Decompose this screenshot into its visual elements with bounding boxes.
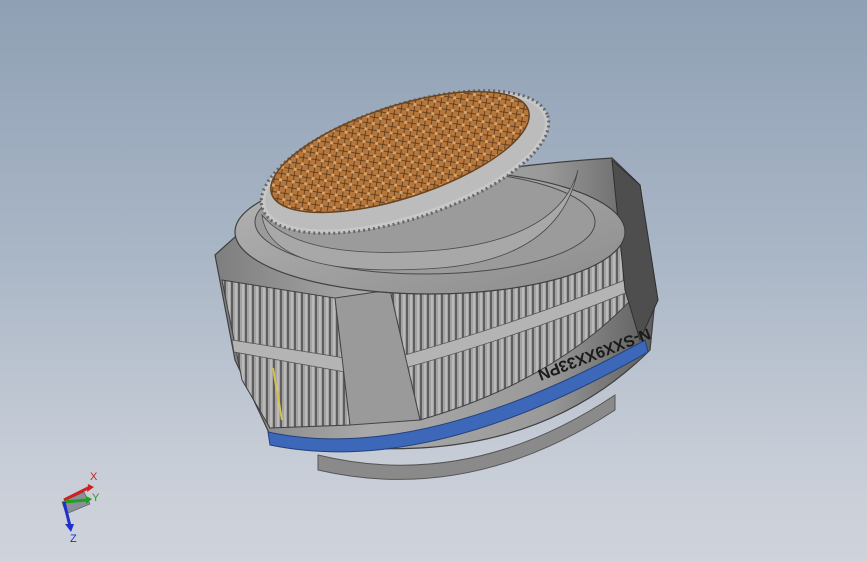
z-axis-label: Z bbox=[70, 533, 77, 545]
connector-model[interactable]: N-SXX9XX33PN bbox=[0, 0, 867, 562]
y-axis-label: Y bbox=[92, 492, 100, 504]
y-axis-icon bbox=[63, 498, 87, 504]
3d-viewport[interactable]: N-SXX9XX33PN X Y Z bbox=[0, 0, 867, 562]
axis-triad[interactable]: X Y Z bbox=[50, 466, 110, 546]
x-axis-label: X bbox=[90, 471, 98, 483]
